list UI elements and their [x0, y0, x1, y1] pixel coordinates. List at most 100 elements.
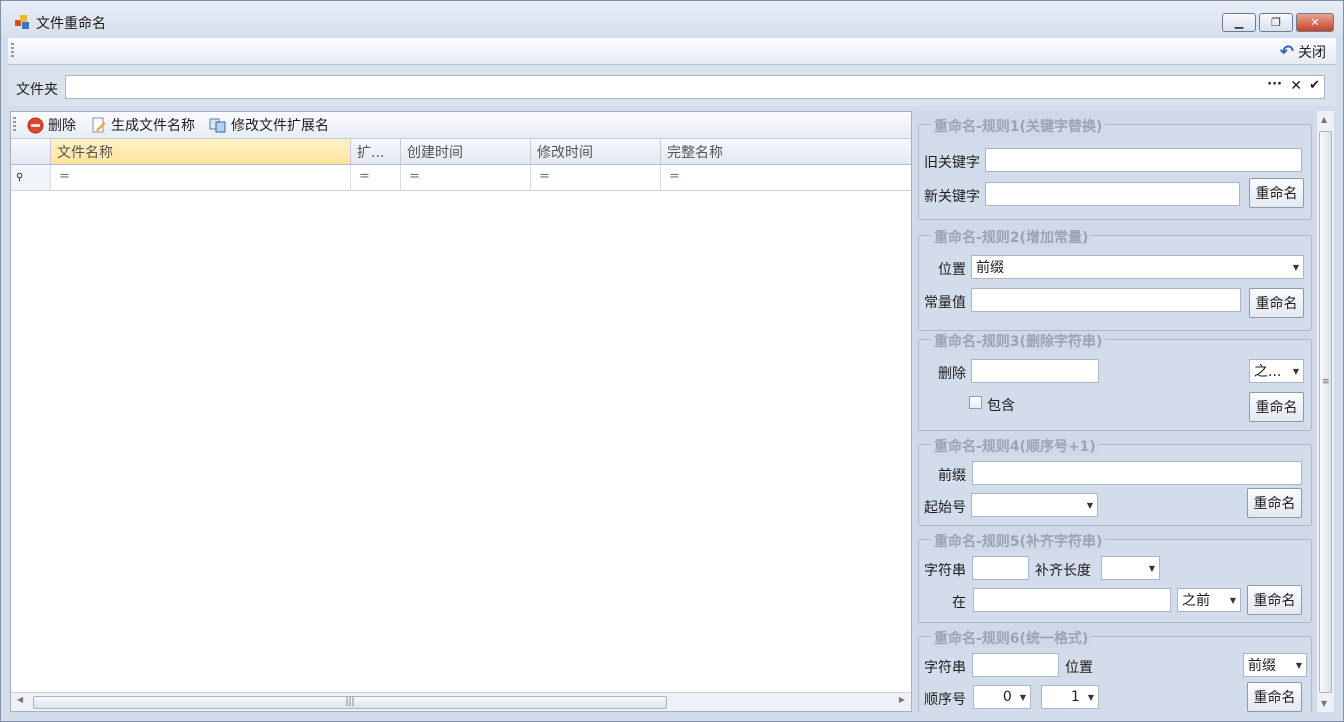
delete-button[interactable]: 删除: [24, 115, 79, 135]
filter-cell-created[interactable]: =: [401, 165, 531, 191]
main-toolstrip: ↶ 关闭: [8, 38, 1336, 65]
grid-toolbar-grip[interactable]: [13, 117, 16, 133]
pad-string-input[interactable]: [972, 556, 1029, 580]
grid-toolbar: 删除 生成文件名称 修改文件扩展名: [11, 112, 911, 139]
filter-row-indicator: ⚲: [11, 165, 51, 191]
column-header-created[interactable]: 创建时间: [401, 139, 531, 165]
start-number-select[interactable]: ▼: [971, 493, 1098, 517]
dropdown-arrow-icon: ▼: [1087, 692, 1094, 702]
start-number-label: 起始号: [924, 500, 966, 516]
rule5-title: 重命名-规则5(补齐字符串): [931, 531, 1106, 551]
dropdown-arrow-icon: ▼: [1292, 262, 1299, 272]
column-header-filename[interactable]: 文件名称: [51, 139, 351, 165]
prefix-input[interactable]: [972, 461, 1302, 485]
clear-icon[interactable]: ✕: [1290, 78, 1302, 94]
folder-input[interactable]: ··· ✕ ✔: [65, 75, 1325, 99]
horizontal-scrollbar[interactable]: ◀ ||| ▶: [11, 692, 911, 711]
include-checkbox[interactable]: [969, 396, 982, 409]
copy-files-icon: [209, 118, 226, 132]
rule2-title: 重命名-规则2(增加常量): [931, 227, 1092, 247]
column-header-extension[interactable]: 扩...: [351, 139, 401, 165]
filter-pin-icon: ⚲: [16, 172, 24, 183]
rule4-rename-button[interactable]: 重命名: [1247, 488, 1302, 518]
at-label: 在: [952, 595, 966, 611]
filter-cell-filename[interactable]: =: [51, 165, 351, 191]
modify-extension-button[interactable]: 修改文件扩展名: [206, 115, 332, 135]
browse-icon[interactable]: ···: [1267, 77, 1282, 92]
column-header-fullname[interactable]: 完整名称: [661, 139, 911, 165]
string-label: 字符串: [924, 563, 966, 579]
include-label: 包含: [987, 398, 1015, 414]
rule4-group: 重命名-规则4(顺序号+1) 前缀 起始号 ▼ 重命名: [918, 436, 1312, 526]
dropdown-arrow-icon: ▼: [1292, 366, 1299, 376]
minimize-button[interactable]: ▁: [1222, 13, 1256, 32]
filter-cell-extension[interactable]: =: [351, 165, 401, 191]
equals-filter-icon: =: [669, 169, 680, 184]
confirm-icon[interactable]: ✔: [1309, 78, 1320, 93]
equals-filter-icon: =: [539, 169, 550, 184]
close-button-label: 关闭: [1298, 45, 1326, 61]
restore-icon: ❐: [1271, 16, 1281, 29]
rule6-title: 重命名-规则6(统一格式): [931, 628, 1092, 648]
format-position-select[interactable]: 前缀 ▼: [1243, 653, 1307, 677]
rule6-rename-button[interactable]: 重命名: [1247, 682, 1302, 712]
format-string-input[interactable]: [972, 653, 1059, 677]
dropdown-arrow-icon: ▼: [1086, 500, 1093, 510]
window-title: 文件重命名: [36, 16, 106, 32]
rule1-group: 重命名-规则1(关键字替换) 旧关键字 新关键字 重命名: [918, 116, 1312, 220]
maximize-button[interactable]: ❐: [1259, 13, 1293, 32]
vertical-scrollbar[interactable]: ▲ ≡ ▼: [1316, 111, 1334, 712]
position-select[interactable]: 前缀 ▼: [971, 255, 1304, 279]
delete-string-label: 删除: [938, 366, 966, 382]
toolstrip-grip[interactable]: [11, 43, 14, 59]
pad-length-label: 补齐长度: [1035, 563, 1091, 579]
old-keyword-input[interactable]: [985, 148, 1302, 172]
delete-label: 删除: [48, 118, 76, 134]
pad-length-select[interactable]: ▼: [1101, 556, 1160, 580]
equals-filter-icon: =: [409, 169, 420, 184]
vertical-scroll-thumb[interactable]: ≡: [1319, 131, 1332, 693]
generate-filename-button[interactable]: 生成文件名称: [87, 115, 198, 135]
column-header-modified[interactable]: 修改时间: [531, 139, 661, 165]
folder-label: 文件夹: [16, 82, 58, 98]
format-position-value: 前缀: [1248, 658, 1276, 674]
sequence-step-value: 1: [1070, 689, 1080, 705]
sequence-step-select[interactable]: 1 ▼: [1041, 685, 1099, 709]
dropdown-arrow-icon: ▼: [1229, 595, 1236, 605]
delete-string-input[interactable]: [971, 359, 1099, 383]
delete-direction-value: 之...: [1254, 364, 1282, 380]
filter-cell-fullname[interactable]: =: [661, 165, 911, 191]
file-grid-panel: 删除 生成文件名称 修改文件扩展名 文件名称 扩... 创建时间 修改时间 完整…: [10, 111, 912, 712]
equals-filter-icon: =: [59, 169, 70, 184]
scroll-left-icon[interactable]: ◀: [17, 695, 23, 704]
window-close-button[interactable]: ✕: [1296, 13, 1334, 32]
pad-position-input[interactable]: [973, 588, 1171, 612]
dropdown-arrow-icon: ▼: [1148, 563, 1155, 573]
scroll-up-icon[interactable]: ▲: [1321, 115, 1327, 124]
delete-icon: [27, 117, 44, 133]
rule2-rename-button[interactable]: 重命名: [1249, 288, 1304, 318]
rule3-group: 重命名-规则3(删除字符串) 删除 之... ▼ 包含 重命名: [918, 331, 1312, 431]
scroll-down-icon[interactable]: ▼: [1321, 699, 1327, 708]
constant-input[interactable]: [971, 288, 1241, 312]
dropdown-arrow-icon: ▼: [1295, 660, 1302, 670]
rule3-rename-button[interactable]: 重命名: [1249, 392, 1304, 422]
position-value: 前缀: [976, 260, 1004, 276]
delete-direction-select[interactable]: 之... ▼: [1249, 359, 1304, 383]
filter-cell-modified[interactable]: =: [531, 165, 661, 191]
close-button[interactable]: ↶ 关闭: [1280, 42, 1326, 62]
rule3-title: 重命名-规则3(删除字符串): [931, 331, 1106, 351]
prefix-label: 前缀: [938, 468, 966, 484]
sequence-label: 顺序号: [924, 692, 966, 708]
minimize-icon: ▁: [1234, 16, 1244, 29]
pad-direction-select[interactable]: 之前 ▼: [1177, 588, 1241, 612]
rule5-rename-button[interactable]: 重命名: [1247, 585, 1302, 615]
new-keyword-input[interactable]: [985, 182, 1240, 206]
rule1-rename-button[interactable]: 重命名: [1249, 178, 1304, 208]
horizontal-scroll-thumb[interactable]: |||: [33, 696, 667, 709]
old-keyword-label: 旧关键字: [924, 155, 980, 171]
scroll-right-icon[interactable]: ▶: [899, 695, 905, 704]
sequence-start-select[interactable]: 0 ▼: [973, 685, 1031, 709]
rule1-title: 重命名-规则1(关键字替换): [931, 116, 1106, 136]
rule2-group: 重命名-规则2(增加常量) 位置 前缀 ▼ 常量值 重命名: [918, 227, 1312, 331]
